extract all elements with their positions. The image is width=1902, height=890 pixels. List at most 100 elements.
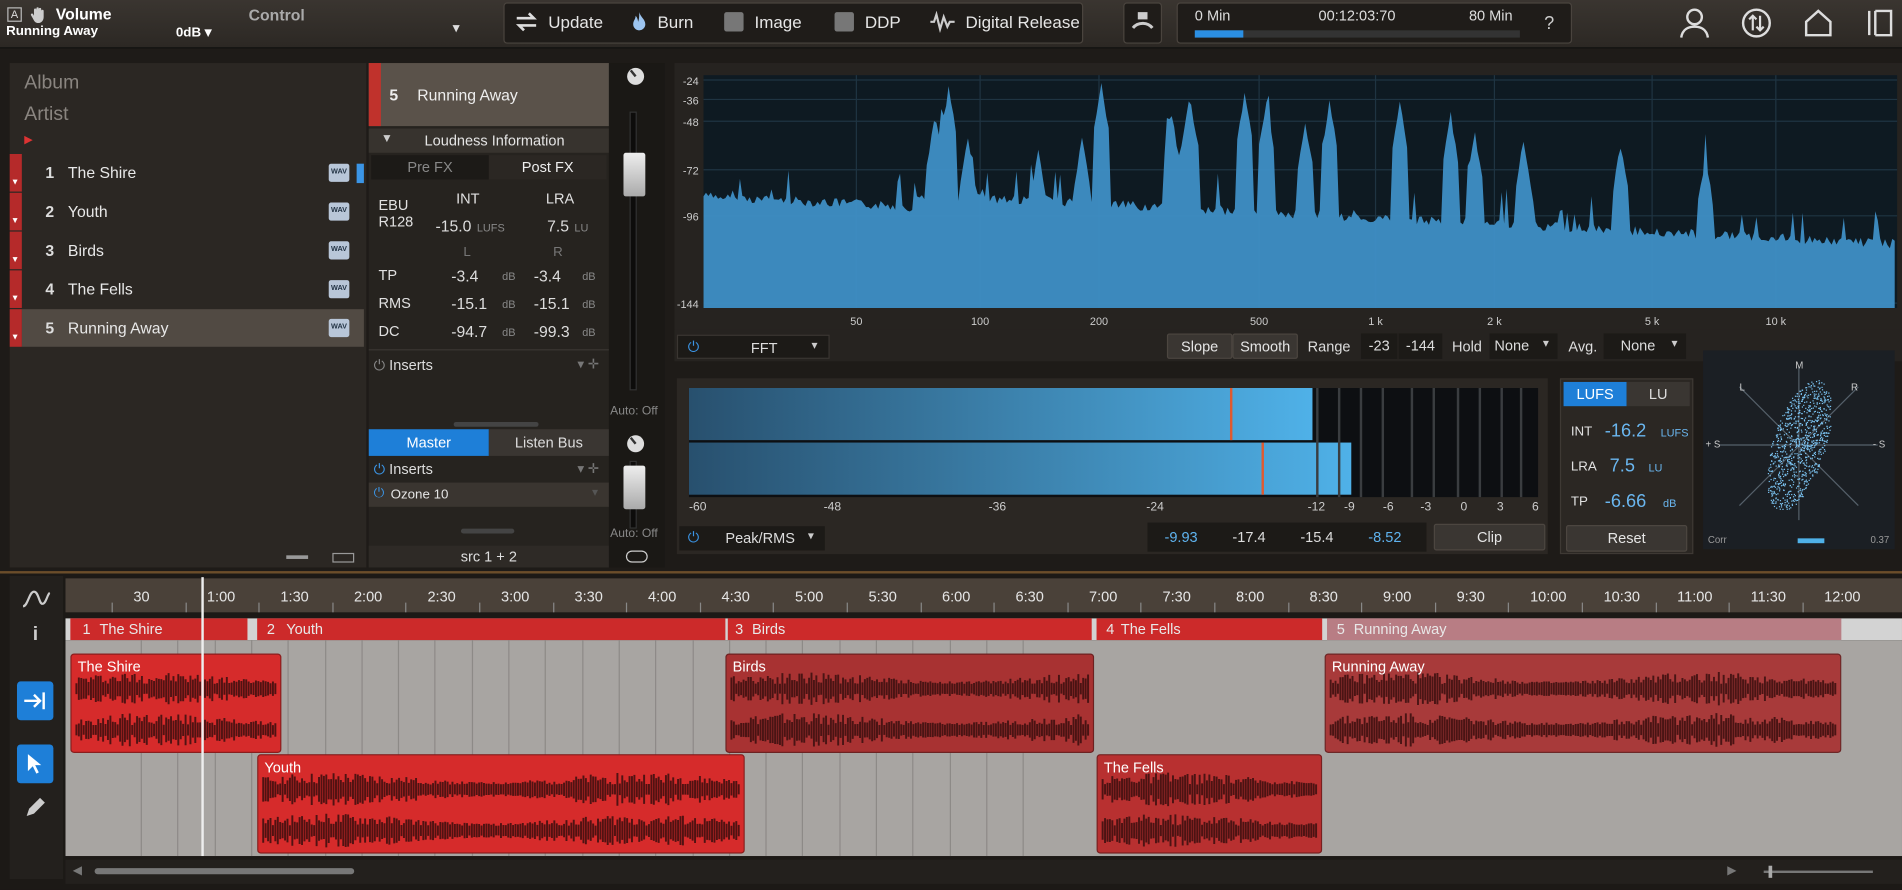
master-fader-handle[interactable] xyxy=(623,465,646,510)
ruler-tick xyxy=(1067,602,1069,613)
inspector-track-name: Running Away xyxy=(417,86,518,105)
marker-name: Birds xyxy=(752,620,786,638)
track-row[interactable]: ▼ 4 The Fells WAV xyxy=(9,270,364,308)
toggle-switch-icon[interactable] xyxy=(625,550,648,563)
zoom-slider-handle[interactable] xyxy=(1768,865,1773,878)
master-inserts-menu-icon[interactable]: ▾ ✛ xyxy=(577,461,599,477)
exchange-icon[interactable] xyxy=(1741,7,1773,39)
collapse-icon[interactable] xyxy=(286,555,309,559)
time-ruler[interactable]: 30 1:00 1:30 2:00 2:30 3:00 3:30 4:00 4:30 5:00 5:… xyxy=(65,578,1902,613)
clip-the-shire[interactable]: The Shire xyxy=(70,653,282,753)
slope-button[interactable]: Slope xyxy=(1166,333,1233,359)
marker-the-fells[interactable]: 4 The Fells xyxy=(1096,618,1323,641)
marker-birds[interactable]: 3 Birds xyxy=(727,618,1092,641)
clip-the-fells[interactable]: The Fells xyxy=(1096,754,1323,854)
avg-dropdown[interactable]: None ▾ xyxy=(1603,333,1687,359)
marker-running-away[interactable]: 5 Running Away xyxy=(1327,618,1842,641)
level-meter xyxy=(688,388,1539,498)
dropdown-arrow-icon: ▾ xyxy=(807,529,814,544)
track-row[interactable]: ▼ 1 The Shire WAV xyxy=(9,153,364,192)
pan-knob-icon[interactable] xyxy=(626,434,645,453)
hold-dropdown[interactable]: None ▾ xyxy=(1489,333,1558,359)
meter-mode-dropdown[interactable]: ⏻ Peak/RMS ▾ xyxy=(679,526,825,551)
scroll-thumb[interactable] xyxy=(94,868,355,875)
digital-release-button[interactable]: Digital Release xyxy=(929,10,1080,33)
track-row[interactable]: ▼ 5 Running Away WAV xyxy=(9,309,364,347)
scroll-left-icon[interactable]: ◀ xyxy=(73,865,82,878)
lufs-tab[interactable]: LUFS xyxy=(1563,381,1627,407)
loudness-section-header[interactable]: ▼ Loudness Information xyxy=(368,128,609,153)
time-display: 00:12:03:70 xyxy=(1318,7,1396,25)
burn-button[interactable]: Burn xyxy=(631,11,693,33)
inserts-menu-icon[interactable]: ▾ ✛ xyxy=(577,356,599,373)
analyzer-mode-dropdown[interactable]: ⏻ FFT ▾ xyxy=(676,334,830,359)
range-high-input[interactable]: -23 xyxy=(1360,333,1398,359)
marker-youth[interactable]: 2 Youth xyxy=(257,618,726,641)
lu-tab[interactable]: LU xyxy=(1626,381,1690,407)
right-value: -3.4 xyxy=(533,266,561,285)
artist-label[interactable]: Artist xyxy=(24,104,68,126)
clip-birds[interactable]: Birds xyxy=(725,653,1095,753)
pan-knob-icon[interactable] xyxy=(626,67,645,86)
update-button[interactable]: Update xyxy=(514,11,603,33)
master-inserts-toggle[interactable]: ⏻ Inserts xyxy=(374,461,433,479)
arrow-tool-button[interactable] xyxy=(16,744,54,784)
image-button[interactable]: Image xyxy=(723,11,802,33)
smooth-button[interactable]: Smooth xyxy=(1232,333,1298,359)
clip-button[interactable]: Clip xyxy=(1433,523,1546,551)
hand-icon[interactable] xyxy=(29,5,48,24)
help-button[interactable]: ? xyxy=(1544,13,1554,34)
source-select[interactable]: src 1 + 2 xyxy=(368,545,609,568)
auto-off-label[interactable]: Auto: Off xyxy=(610,405,658,418)
plugin-slot[interactable]: ⏻ Ozone 10 ▾ xyxy=(368,482,609,507)
expand-triangle-icon[interactable]: ▶ xyxy=(24,133,32,146)
horizontal-scrollbar[interactable]: ◀ ▶ xyxy=(65,859,1902,884)
follow-playback-button[interactable] xyxy=(16,681,54,721)
control-dropdown-icon[interactable]: ▾ xyxy=(452,19,459,36)
ruler-label: 5:00 xyxy=(794,588,824,606)
album-label[interactable]: Album xyxy=(24,73,79,95)
marker-the-shire[interactable]: 1 The Shire xyxy=(70,618,248,641)
clip-youth[interactable]: Youth xyxy=(257,754,745,854)
home-icon[interactable] xyxy=(1803,7,1835,39)
master-tab[interactable]: Master xyxy=(368,429,489,456)
sync-button[interactable] xyxy=(1123,2,1163,44)
ddp-button[interactable]: DDP xyxy=(833,11,901,33)
pre-fx-tab[interactable]: Pre FX xyxy=(371,155,489,180)
envelope-curve-icon[interactable] xyxy=(22,588,51,610)
resize-handle[interactable] xyxy=(460,528,515,534)
panel-toggle-icon[interactable] xyxy=(1863,7,1895,39)
ddp-label: DDP xyxy=(864,12,901,32)
playhead[interactable] xyxy=(201,577,204,857)
divider xyxy=(368,349,609,351)
meter-tick-line xyxy=(1478,388,1482,498)
disc-progress-bar xyxy=(1194,30,1520,38)
mode-a-icon[interactable]: A xyxy=(7,7,22,22)
master-auto-off-label[interactable]: Auto: Off xyxy=(610,527,658,540)
inserts-toggle[interactable]: ⏻ Inserts xyxy=(374,356,433,374)
post-fx-tab[interactable]: Post FX xyxy=(488,155,607,180)
zoom-slider[interactable] xyxy=(1763,870,1873,873)
y-tick-label: -96 xyxy=(683,212,699,224)
resize-handle[interactable] xyxy=(453,421,539,427)
clip-running-away[interactable]: Running Away xyxy=(1324,653,1842,753)
info-icon[interactable]: i xyxy=(33,624,38,646)
track-row[interactable]: ▼ 3 Birds WAV xyxy=(9,231,364,270)
meter-scale-label: -36 xyxy=(988,500,1007,515)
pencil-tool-icon[interactable] xyxy=(24,797,46,819)
track-row[interactable]: ▼ 2 Youth WAV xyxy=(9,192,364,231)
ruler-label: 7:30 xyxy=(1162,588,1191,606)
range-low-input[interactable]: -144 xyxy=(1398,333,1443,359)
user-icon[interactable] xyxy=(1679,7,1711,39)
track-arrow-icon: ▼ xyxy=(10,333,20,342)
gain-dropdown[interactable]: 0dB ▾ xyxy=(176,24,212,40)
peak-left-readout: -9.93 xyxy=(1164,528,1198,546)
reset-button[interactable]: Reset xyxy=(1565,525,1688,552)
current-track-name: Running Away xyxy=(6,24,98,39)
scroll-right-icon[interactable]: ▶ xyxy=(1727,865,1736,878)
ruler-tick xyxy=(773,602,775,613)
track-fader-handle[interactable] xyxy=(623,152,646,197)
ruler-label: 2:00 xyxy=(353,588,383,606)
expand-panel-icon[interactable] xyxy=(332,552,355,563)
listen-bus-tab[interactable]: Listen Bus xyxy=(488,429,609,456)
